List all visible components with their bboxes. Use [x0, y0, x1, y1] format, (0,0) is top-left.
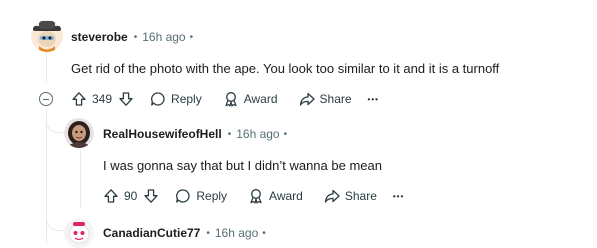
- timestamp[interactable]: 16h ago: [215, 226, 258, 240]
- award-button[interactable]: Award: [223, 91, 278, 107]
- comment-meta: CanadianCutie77 • 16h ago •: [103, 226, 266, 240]
- share-button[interactable]: Share: [299, 91, 352, 107]
- share-label: Share: [344, 189, 377, 203]
- reply-button[interactable]: Reply: [150, 91, 202, 107]
- more-options-button[interactable]: •••: [393, 192, 404, 201]
- comment-body: Get rid of the photo with the ape. You l…: [71, 61, 500, 76]
- award-icon: [250, 189, 262, 204]
- timestamp[interactable]: 16h ago: [236, 127, 279, 141]
- upvote-icon[interactable]: [71, 91, 87, 107]
- thread-connector-reply-2: [46, 208, 65, 231]
- author-name[interactable]: RealHousewifeofHell: [103, 127, 222, 141]
- separator-dot: •: [262, 227, 266, 239]
- reply-button[interactable]: Reply: [175, 188, 227, 204]
- comment-body: I was gonna say that but I didn’t wanna …: [103, 158, 382, 173]
- share-arrow-icon: [324, 189, 340, 203]
- separator-dot: •: [189, 31, 194, 43]
- vote-score: 90: [124, 189, 138, 203]
- reply-label: Reply: [171, 92, 202, 106]
- comment-actions: 349 Reply Award Share •••: [71, 87, 379, 111]
- separator-dot: •: [283, 128, 288, 140]
- separator-dot: •: [227, 128, 232, 140]
- downvote-icon[interactable]: [143, 188, 159, 204]
- snoo-avatar-icon: [64, 118, 94, 148]
- avatar[interactable]: [31, 20, 63, 52]
- comment-actions: 90 Reply Award Share •••: [103, 184, 404, 208]
- reply-label: Reply: [196, 189, 228, 203]
- thread-line-nested: [80, 149, 81, 209]
- snoo-avatar-icon: [31, 20, 63, 52]
- comment-bubble-icon: [151, 92, 165, 106]
- comment-meta: steverobe • 16h ago •: [71, 30, 193, 44]
- award-button[interactable]: Award: [248, 188, 303, 204]
- separator-dot: •: [206, 227, 210, 239]
- share-arrow-icon: [299, 92, 315, 106]
- timestamp[interactable]: 16h ago: [142, 30, 185, 44]
- separator-dot: •: [133, 31, 138, 43]
- collapse-minus-icon: [43, 98, 49, 100]
- comment-bubble-icon: [176, 189, 190, 203]
- collapse-thread-button[interactable]: [39, 92, 53, 106]
- vote-score: 349: [92, 92, 113, 106]
- share-label: Share: [319, 92, 352, 106]
- thread-connector-reply-1: [46, 112, 65, 133]
- downvote-icon[interactable]: [118, 91, 134, 107]
- avatar[interactable]: [64, 118, 94, 148]
- award-label: Award: [269, 189, 303, 203]
- award-label: Award: [243, 92, 278, 106]
- more-options-button[interactable]: •••: [368, 95, 379, 104]
- share-button[interactable]: Share: [324, 188, 377, 204]
- upvote-icon[interactable]: [103, 188, 119, 204]
- author-name[interactable]: CanadianCutie77: [103, 226, 200, 240]
- comment-meta: RealHousewifeofHell • 16h ago •: [103, 127, 287, 141]
- award-icon: [225, 92, 237, 107]
- author-name[interactable]: steverobe: [71, 30, 128, 44]
- thread-line-main: [46, 50, 47, 82]
